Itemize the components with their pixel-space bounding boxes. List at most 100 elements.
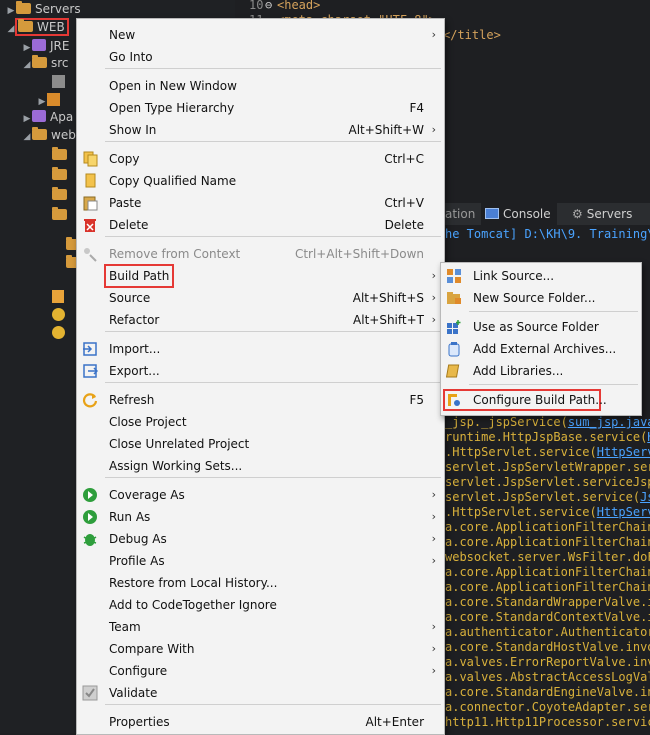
menu-item-paste[interactable]: Paste Ctrl+V: [77, 192, 444, 214]
menu-item-new[interactable]: New ›: [77, 24, 444, 46]
menu-item-remove-from-context[interactable]: Remove from Context Ctrl+Alt+Shift+Down: [77, 243, 444, 265]
code-line: </title>: [443, 28, 501, 42]
menu-item-restore-from-local-history[interactable]: Restore from Local History...: [77, 572, 444, 594]
menu-item-run-as[interactable]: Run As ›: [77, 506, 444, 528]
menu-item-label: New: [109, 28, 136, 42]
menu-item-label: Show In: [109, 123, 157, 137]
tree-item-webcontent[interactable]: ◢ web: [22, 126, 76, 144]
menu-item-label: Compare With: [109, 642, 195, 656]
tree-item-folder[interactable]: [52, 206, 71, 224]
submenu-item-new-source-folder[interactable]: New Source Folder...: [441, 287, 641, 309]
menu-shortcut: F4: [409, 101, 424, 115]
selected-project-box[interactable]: WEB: [15, 18, 69, 36]
menu-item-label: Refactor: [109, 313, 160, 327]
collapse-arrow-icon[interactable]: ◢: [22, 56, 32, 74]
menu-item-refresh[interactable]: Refresh F5: [77, 389, 444, 411]
tree-item-folder[interactable]: [52, 166, 71, 184]
libraries-icon: [445, 363, 462, 379]
console-link[interactable]: HttpServl: [597, 445, 650, 459]
console-line: a.core.ApplicationFilterChain.: [445, 535, 650, 550]
submenu-item-add-libraries[interactable]: Add Libraries...: [441, 360, 641, 382]
menu-item-configure[interactable]: Configure ›: [77, 660, 444, 682]
tree-item-src[interactable]: ◢ src: [22, 54, 69, 72]
tree-item-apa[interactable]: ▶ Apa: [22, 108, 73, 126]
tree-item-web[interactable]: ◢ WEB: [6, 18, 69, 38]
console-link[interactable]: Jsp: [640, 490, 650, 504]
menu-item-close-unrelated-project[interactable]: Close Unrelated Project: [77, 433, 444, 455]
tree-item-package[interactable]: [52, 73, 69, 91]
run-icon: [82, 509, 98, 525]
menu-item-debug-as[interactable]: Debug As ›: [77, 528, 444, 550]
menu-item-build-path[interactable]: Build Path ›: [77, 264, 444, 288]
console-line-text: a.core.StandardHostValve.invo: [445, 640, 650, 654]
folder-icon: [52, 207, 67, 220]
submenu-item-use-as-source-folder[interactable]: Use as Source Folder: [441, 316, 641, 338]
console-line: servlet.JspServletWrapper.servi: [445, 460, 650, 475]
folder-icon: [16, 1, 31, 14]
console-line: a.core.StandardHostValve.invo: [445, 640, 650, 655]
menu-item-go-into[interactable]: Go Into: [77, 46, 444, 68]
menu-item-label: Delete: [109, 218, 149, 232]
console-line-text: a.core.ApplicationFilterChain.: [445, 535, 650, 549]
menu-item-label: Profile As: [109, 554, 165, 568]
console-line: a.core.StandardContextValve.in: [445, 610, 650, 625]
console-line: a.authenticator.AuthenticatorB: [445, 625, 650, 640]
package-icon: [47, 93, 60, 106]
console-link[interactable]: sum_jsp.java: [568, 415, 650, 429]
tree-item-folder[interactable]: [52, 186, 71, 204]
tree-item-html[interactable]: [52, 290, 68, 308]
menu-item-close-project[interactable]: Close Project: [77, 411, 444, 433]
menu-item-assign-working-sets[interactable]: Assign Working Sets...: [77, 455, 444, 477]
tree-item-jsp[interactable]: [52, 326, 69, 344]
submenu-arrow-icon: ›: [431, 620, 436, 633]
submenu-item-link-source[interactable]: Link Source...: [441, 265, 641, 287]
menu-item-export[interactable]: Export...: [77, 360, 444, 382]
menu-item-compare-with[interactable]: Compare With ›: [77, 638, 444, 660]
menu-item-open-in-new-window[interactable]: Open in New Window: [77, 75, 444, 97]
console-line-text: a.valves.AbstractAccessLogValv: [445, 670, 650, 684]
tab-console[interactable]: Console: [481, 203, 557, 225]
collapse-arrow-icon[interactable]: ◢: [6, 20, 16, 38]
build-path-submenu: Link Source... New Source Folder... Use as…: [440, 262, 642, 416]
menu-item-copy[interactable]: Copy Ctrl+C: [77, 148, 444, 170]
menu-shortcut: Ctrl+C: [384, 152, 424, 166]
menu-shortcut: Alt+Enter: [365, 715, 424, 729]
jsp-file-icon: [52, 308, 65, 321]
menu-separator: [469, 384, 638, 385]
submenu-item-label: New Source Folder...: [473, 291, 596, 305]
menu-item-show-in[interactable]: Show In Alt+Shift+W ›: [77, 119, 444, 141]
console-line: a.valves.AbstractAccessLogValv: [445, 670, 650, 685]
menu-item-validate[interactable]: Validate: [77, 682, 444, 704]
console-link[interactable]: HttpServl: [597, 505, 650, 519]
tree-item-package2[interactable]: ▶: [37, 91, 64, 109]
tree-item-folder[interactable]: [52, 146, 71, 164]
menu-item-copy-qualified-name[interactable]: Copy Qualified Name: [77, 170, 444, 192]
menu-item-add-to-codetogether-ignore[interactable]: Add to CodeTogether Ignore: [77, 594, 444, 616]
folder-icon: [52, 147, 67, 160]
menu-item-profile-as[interactable]: Profile As ›: [77, 550, 444, 572]
tree-item-jre[interactable]: ▶ JRE: [22, 37, 69, 55]
menu-item-properties[interactable]: Properties Alt+Enter: [77, 711, 444, 733]
copy-icon: [82, 151, 98, 167]
menu-item-team[interactable]: Team ›: [77, 616, 444, 638]
menu-item-coverage-as[interactable]: Coverage As ›: [77, 484, 444, 506]
tab-other[interactable]: ation: [445, 203, 475, 225]
menu-item-refactor[interactable]: Refactor Alt+Shift+T ›: [77, 309, 444, 331]
collapse-arrow-icon[interactable]: ◢: [22, 128, 32, 146]
console-line: servlet.JspServlet.service(Jsp: [445, 490, 650, 505]
submenu-item-configure-build-path[interactable]: Configure Build Path...: [443, 389, 607, 411]
tab-servers[interactable]: ⚙ Servers: [572, 203, 632, 225]
delete-icon: [82, 217, 98, 233]
tree-item-jsp[interactable]: [52, 308, 69, 326]
menu-item-delete[interactable]: Delete Delete: [77, 214, 444, 236]
menu-item-open-type-hierarchy[interactable]: Open Type Hierarchy F4: [77, 97, 444, 119]
submenu-arrow-icon: ›: [431, 28, 436, 41]
project-folder-icon: [18, 19, 33, 32]
fold-icon[interactable]: ⊖: [265, 0, 272, 13]
submenu-arrow-icon: ›: [431, 532, 436, 545]
menu-item-import[interactable]: Import...: [77, 338, 444, 360]
tree-item-servers[interactable]: ▶ Servers: [6, 0, 81, 18]
submenu-item-add-external-archives[interactable]: Add External Archives...: [441, 338, 641, 360]
submenu-item-label: Use as Source Folder: [473, 320, 599, 334]
menu-item-source[interactable]: Source Alt+Shift+S ›: [77, 287, 444, 309]
